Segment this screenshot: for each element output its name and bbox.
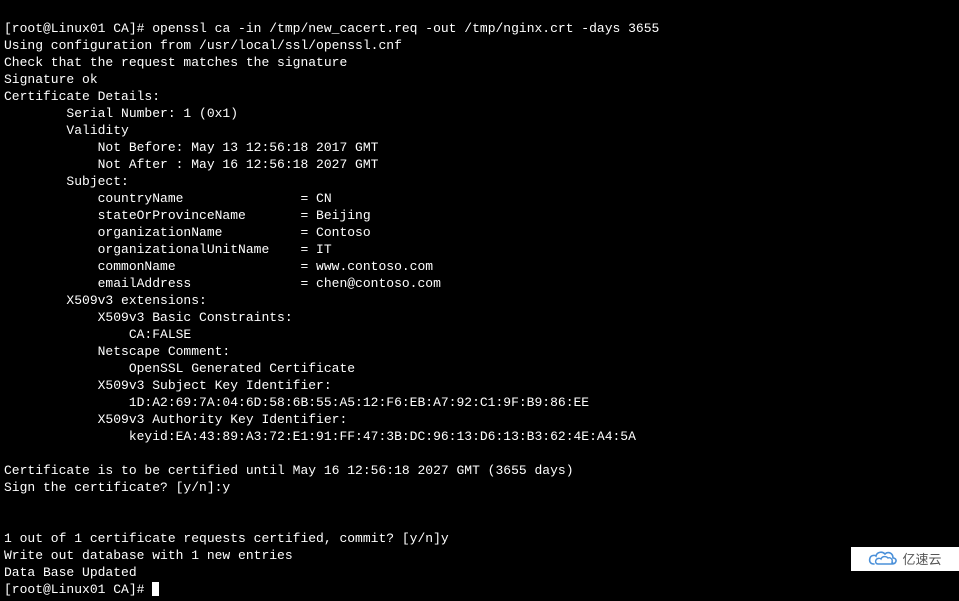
command-text: openssl ca -in /tmp/new_cacert.req -out … [152,21,659,36]
output-line: X509v3 extensions: [4,293,207,308]
output-line: Sign the certificate? [y/n]:y [4,480,230,495]
output-line: Subject: [4,174,129,189]
output-line: Certificate Details: [4,89,160,104]
output-line: countryName = CN [4,191,332,206]
output-line: organizationalUnitName = IT [4,242,332,257]
output-line: CA:FALSE [4,327,191,342]
output-line: Netscape Comment: [4,344,238,359]
watermark-badge: 亿速云 [851,547,959,571]
output-line: stateOrProvinceName = Beijing [4,208,371,223]
watermark-text: 亿速云 [902,551,941,568]
shell-prompt: [root@Linux01 CA]# [4,582,159,597]
output-line: Certificate is to be certified until May… [4,463,574,478]
output-line: emailAddress = chen@contoso.com [4,276,441,291]
output-line: Serial Number: 1 (0x1) [4,106,238,121]
output-line: Using configuration from /usr/local/ssl/… [4,38,402,53]
output-line: OpenSSL Generated Certificate [4,361,355,376]
prompt-text: [root@Linux01 CA]# [4,582,152,597]
shell-prompt: [root@Linux01 CA]# openssl ca -in /tmp/n… [4,21,659,36]
output-line: X509v3 Basic Constraints: [4,310,300,325]
prompt-text: [root@Linux01 CA]# [4,21,152,36]
output-line: commonName = www.contoso.com [4,259,433,274]
output-line: keyid:EA:43:89:A3:72:E1:91:FF:47:3B:DC:9… [4,429,636,444]
output-line: 1D:A2:69:7A:04:6D:58:6B:55:A5:12:F6:EB:A… [4,395,589,410]
terminal-output[interactable]: [root@Linux01 CA]# openssl ca -in /tmp/n… [0,0,959,601]
output-line: Signature ok [4,72,98,87]
output-line: Data Base Updated [4,565,137,580]
output-line: organizationName = Contoso [4,225,371,240]
cursor-icon [152,582,159,596]
output-line: X509v3 Authority Key Identifier: [4,412,355,427]
output-line: Check that the request matches the signa… [4,55,347,70]
cloud-icon [868,550,898,568]
output-line: Write out database with 1 new entries [4,548,293,563]
output-line: Not After : May 16 12:56:18 2027 GMT [4,157,378,172]
output-line: X509v3 Subject Key Identifier: [4,378,339,393]
output-line: Validity [4,123,129,138]
output-line: 1 out of 1 certificate requests certifie… [4,531,449,546]
output-line: Not Before: May 13 12:56:18 2017 GMT [4,140,378,155]
